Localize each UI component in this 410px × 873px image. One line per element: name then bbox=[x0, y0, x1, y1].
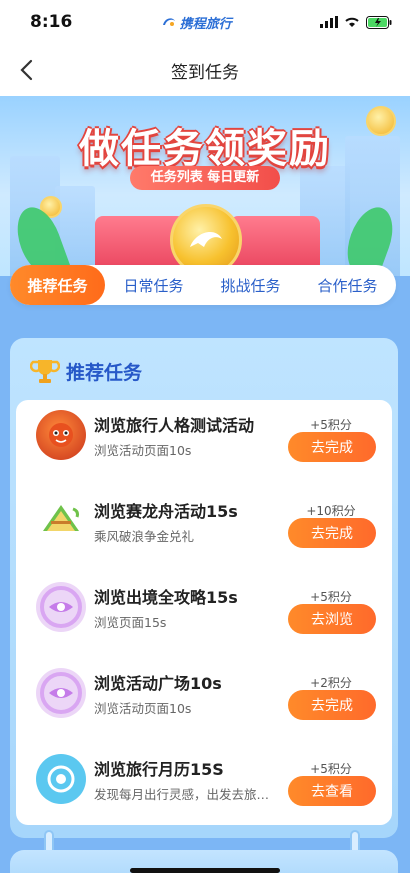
tab-partner[interactable]: 合作任务 bbox=[299, 265, 396, 305]
nav-bar: 签到任务 bbox=[0, 44, 410, 96]
section-header: 推荐任务 bbox=[30, 356, 142, 386]
task-action-button[interactable]: 去完成 bbox=[288, 518, 376, 548]
task-desc: 乘风破浪争金兑礼 bbox=[94, 529, 195, 544]
recommended-section: 推荐任务 浏览旅行人格测试活动 浏览活动页面10s +5积分 去完成 浏览赛龙舟… bbox=[10, 338, 398, 838]
tab-challenge[interactable]: 挑战任务 bbox=[202, 265, 299, 305]
battery-icon bbox=[366, 15, 392, 29]
status-time: 8:16 bbox=[30, 12, 73, 32]
task-title: 浏览赛龙舟活动15s bbox=[94, 502, 238, 521]
task-title: 浏览旅行人格测试活动 bbox=[94, 416, 255, 435]
chevron-left-icon bbox=[20, 59, 33, 81]
list-item: 浏览活动广场10s 浏览活动页面10s +2积分 去完成 bbox=[16, 658, 392, 744]
target-icon bbox=[36, 754, 86, 804]
task-action-button[interactable]: 去完成 bbox=[288, 690, 376, 720]
task-points: +2积分 bbox=[310, 676, 352, 690]
list-item: 浏览旅行月历15S 发现每月出行灵感，出发去旅… +5积分 去查看 bbox=[16, 744, 392, 830]
tab-daily[interactable]: 日常任务 bbox=[105, 265, 202, 305]
section-title: 推荐任务 bbox=[66, 361, 143, 384]
task-points: +10积分 bbox=[306, 504, 356, 518]
mascot-icon bbox=[36, 410, 86, 460]
task-points: +5积分 bbox=[310, 418, 352, 432]
list-item: 浏览旅行人格测试活动 浏览活动页面10s +5积分 去完成 bbox=[16, 400, 392, 486]
task-action-button[interactable]: 去查看 bbox=[288, 776, 376, 806]
list-item: 浏览出境全攻略15s 浏览页面15s +5积分 去浏览 bbox=[16, 572, 392, 658]
task-banner: 做任务领奖励 任务列表 每日更新 bbox=[0, 96, 410, 276]
task-title: 浏览活动广场10s bbox=[94, 674, 222, 693]
eye-icon bbox=[36, 668, 86, 718]
task-action-button[interactable]: 去完成 bbox=[288, 432, 376, 462]
task-action-button[interactable]: 去浏览 bbox=[288, 604, 376, 634]
task-tabs: 推荐任务 日常任务 挑战任务 合作任务 bbox=[10, 265, 396, 305]
eye-icon bbox=[36, 582, 86, 632]
home-indicator[interactable] bbox=[130, 868, 280, 873]
signal-icon bbox=[320, 16, 338, 28]
zongzi-icon bbox=[36, 496, 86, 546]
status-bar: 8:16 携程旅行 bbox=[0, 0, 410, 44]
status-app-name: 携程旅行 bbox=[161, 13, 232, 32]
banner-subtitle: 任务列表 每日更新 bbox=[130, 166, 280, 190]
tab-recommended[interactable]: 推荐任务 bbox=[10, 265, 105, 305]
page-title: 签到任务 bbox=[171, 62, 239, 83]
task-title: 浏览旅行月历15S bbox=[94, 760, 224, 779]
wifi-icon bbox=[345, 17, 359, 27]
task-desc: 浏览活动页面10s bbox=[94, 443, 192, 458]
task-desc: 浏览活动页面10s bbox=[94, 701, 192, 716]
status-icons bbox=[320, 15, 392, 29]
back-button[interactable] bbox=[10, 54, 42, 86]
task-points: +5积分 bbox=[310, 762, 352, 776]
task-title: 浏览出境全攻略15s bbox=[94, 588, 238, 607]
status-app-label: 携程旅行 bbox=[179, 16, 232, 32]
task-points: +5积分 bbox=[310, 590, 352, 604]
task-desc: 浏览页面15s bbox=[94, 615, 167, 630]
task-desc: 发现每月出行灵感，出发去旅… bbox=[94, 787, 270, 802]
ctrip-logo-icon bbox=[162, 18, 175, 26]
trophy-icon bbox=[30, 360, 60, 383]
list-item: 浏览赛龙舟活动15s 乘风破浪争金兑礼 +10积分 去完成 bbox=[16, 486, 392, 572]
task-list: 浏览旅行人格测试活动 浏览活动页面10s +5积分 去完成 浏览赛龙舟活动15s… bbox=[16, 400, 392, 825]
